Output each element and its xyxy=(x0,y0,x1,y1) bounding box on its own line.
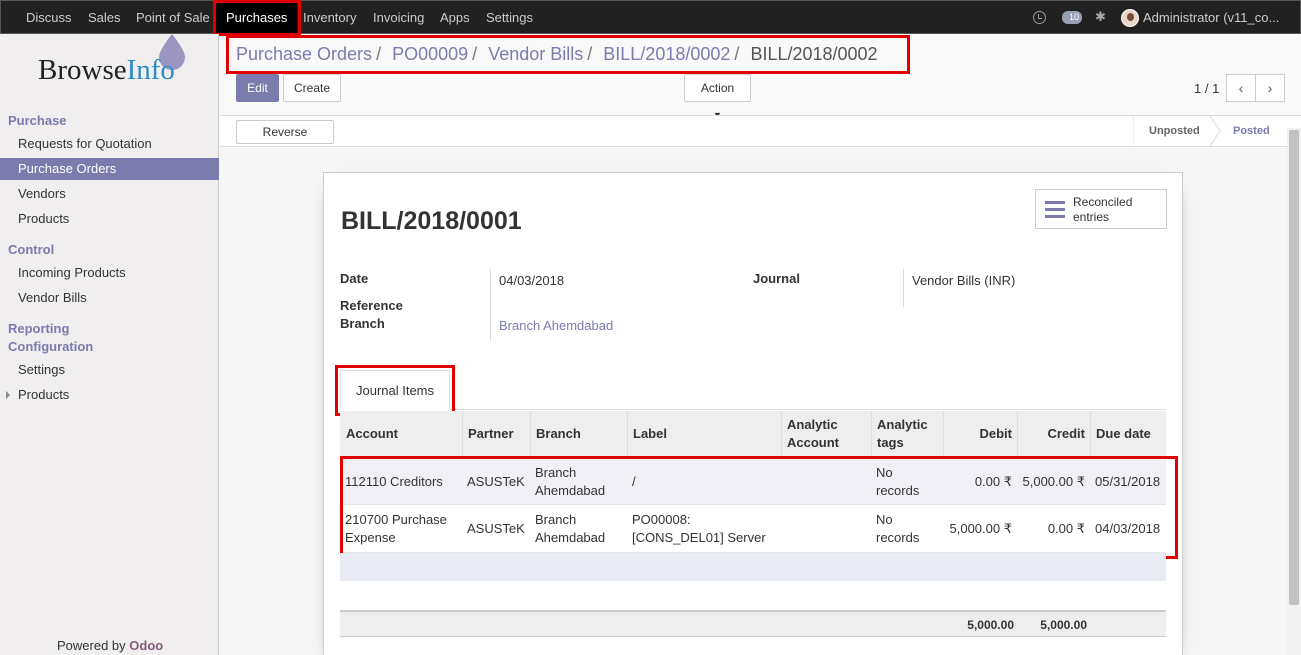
journal-label: Journal xyxy=(753,271,800,286)
top-menu-bar: Discuss Sales Point of Sale Purchases In… xyxy=(0,0,1301,34)
cell-partner: ASUSTeK xyxy=(467,521,525,536)
cell-branch: Branch Ahemdabad xyxy=(535,465,606,498)
powered-by-odoo: Powered by Odoo xyxy=(57,638,164,653)
sidebar-section-reporting[interactable]: Reporting xyxy=(8,321,69,336)
col-separator xyxy=(1017,411,1018,457)
pager-previous-button[interactable]: ‹ xyxy=(1226,74,1256,102)
cell-due-date: 04/03/2018 xyxy=(1095,521,1161,536)
menu-purchases[interactable]: Purchases xyxy=(216,1,298,34)
tab-line xyxy=(340,409,1166,410)
list-bars-icon xyxy=(1045,201,1065,218)
col-separator xyxy=(943,411,944,457)
cell-account: 112110 Creditors xyxy=(345,474,443,489)
entries-label: entries xyxy=(1073,210,1110,224)
sidebar-item-products[interactable]: Products xyxy=(0,208,219,230)
field-divider xyxy=(903,269,904,307)
col-account[interactable]: Account xyxy=(346,425,398,443)
col-analytic-account[interactable]: Analytic Account xyxy=(787,416,839,452)
cell-credit: 5,000.00 ₹ xyxy=(1022,474,1086,489)
cell-label: PO00008: [CONS_DEL01] Server xyxy=(632,512,766,545)
sidebar-item-config-products[interactable]: Products xyxy=(0,384,219,406)
edit-button[interactable]: Edit xyxy=(236,74,279,102)
col-partner[interactable]: Partner xyxy=(468,425,514,443)
breadcrumb-po[interactable]: PO00009 xyxy=(392,44,468,64)
field-divider xyxy=(490,269,491,341)
table-empty-row[interactable] xyxy=(340,553,1166,581)
total-debit: 5,000.00 xyxy=(967,618,1014,632)
sidebar-section-control[interactable]: Control xyxy=(8,242,54,257)
reconciled-label: Reconciled xyxy=(1073,195,1133,209)
breadcrumb-current: BILL/2018/0002 xyxy=(750,44,878,64)
menu-discuss[interactable]: Discuss xyxy=(18,1,80,34)
col-separator xyxy=(530,411,531,457)
total-credit: 5,000.00 xyxy=(1040,618,1087,632)
breadcrumb-bill-parent[interactable]: BILL/2018/0002 xyxy=(603,44,730,64)
sidebar-item-vendor-bills[interactable]: Vendor Bills xyxy=(0,287,219,309)
menu-point-of-sale[interactable]: Point of Sale xyxy=(128,1,218,34)
col-analytic-tags[interactable]: Analytic tags xyxy=(877,416,928,452)
sidebar-item-incoming-products[interactable]: Incoming Products xyxy=(0,262,219,284)
cell-partner: ASUSTeK xyxy=(467,474,525,489)
table-totals-row: 5,000.00 5,000.00 xyxy=(340,610,1166,637)
sidebar-item-vendors[interactable]: Vendors xyxy=(0,183,219,205)
sidebar-section-purchase[interactable]: Purchase xyxy=(8,113,67,128)
col-separator xyxy=(1090,411,1091,457)
col-separator xyxy=(462,411,463,457)
scrollbar-thumb[interactable] xyxy=(1289,130,1299,605)
page-title: BILL/2018/0001 xyxy=(341,207,522,235)
sidebar-section-configuration[interactable]: Configuration xyxy=(8,339,93,354)
pager-value[interactable]: 1 / 1 xyxy=(1194,81,1219,96)
sidebar-item-purchase-orders[interactable]: Purchase Orders xyxy=(0,158,219,180)
journal-field[interactable]: Vendor Bills (INR) xyxy=(912,273,1015,288)
browseinfo-logo[interactable]: BrowseInfo xyxy=(38,54,175,87)
sidebar-item-settings[interactable]: Settings xyxy=(0,359,219,381)
caret-right-icon xyxy=(6,391,10,399)
odoo-link[interactable]: Odoo xyxy=(129,638,163,653)
menu-inventory[interactable]: Inventory xyxy=(295,1,364,34)
reverse-entry-button[interactable]: Reverse Entry xyxy=(236,120,334,161)
debug-bug-icon[interactable]: ✱ xyxy=(1095,10,1106,24)
col-separator xyxy=(627,411,628,457)
action-dropdown[interactable]: Action ▼ xyxy=(684,74,751,120)
col-debit[interactable]: Debit xyxy=(944,425,1013,443)
cell-branch: Branch Ahemdabad xyxy=(535,512,606,545)
statusbar: Reverse Entry Unposted Posted xyxy=(220,115,1301,161)
user-menu[interactable]: Administrator (v11_co... xyxy=(1143,1,1279,34)
chat-icon[interactable]: 10 xyxy=(1062,11,1082,24)
stage-unposted[interactable]: Unposted xyxy=(1149,116,1200,146)
col-credit[interactable]: Credit xyxy=(1017,425,1085,443)
cell-credit: 0.00 ₹ xyxy=(1047,521,1085,536)
stage-posted[interactable]: Posted xyxy=(1233,116,1270,146)
breadcrumb: Purchase Orders / PO00009/ Vendor Bills / … xyxy=(236,44,878,64)
menu-apps[interactable]: Apps xyxy=(432,1,478,34)
activity-clock-icon[interactable] xyxy=(1033,11,1046,24)
col-separator xyxy=(781,411,782,457)
menu-settings[interactable]: Settings xyxy=(478,1,541,34)
breadcrumb-vendor-bills[interactable]: Vendor Bills xyxy=(488,44,583,64)
col-branch[interactable]: Branch xyxy=(536,425,581,443)
menu-invoicing[interactable]: Invoicing xyxy=(365,1,432,34)
tab-journal-items[interactable]: Journal Items xyxy=(340,370,450,410)
reference-label: Reference xyxy=(340,298,403,313)
date-field[interactable]: 04/03/2018 xyxy=(499,273,564,288)
cell-account: 210700 Purchase Expense xyxy=(345,512,447,545)
col-separator xyxy=(871,411,872,457)
cell-due-date: 05/31/2018 xyxy=(1095,474,1161,489)
branch-field[interactable]: Branch Ahemdabad xyxy=(499,318,613,333)
cell-label: / xyxy=(632,474,636,489)
menu-sales[interactable]: Sales xyxy=(80,1,129,34)
reconciled-entries-button[interactable]: Reconciled entries xyxy=(1035,189,1167,229)
col-due-date[interactable]: Due date xyxy=(1096,425,1151,443)
cell-analytic-tags: No records xyxy=(876,512,920,545)
pager-next-button[interactable]: › xyxy=(1255,74,1285,102)
sidebar-item-rfq[interactable]: Requests for Quotation xyxy=(0,133,219,155)
col-label[interactable]: Label xyxy=(633,425,667,443)
cell-analytic-tags: No records xyxy=(876,465,920,498)
breadcrumb-purchase-orders[interactable]: Purchase Orders xyxy=(236,44,372,64)
date-label: Date xyxy=(340,271,369,286)
avatar[interactable] xyxy=(1121,9,1139,27)
sidebar: BrowseInfo Purchase Requests for Quotati… xyxy=(0,34,219,655)
branch-label: Branch xyxy=(340,316,385,331)
create-button[interactable]: Create xyxy=(283,74,341,102)
